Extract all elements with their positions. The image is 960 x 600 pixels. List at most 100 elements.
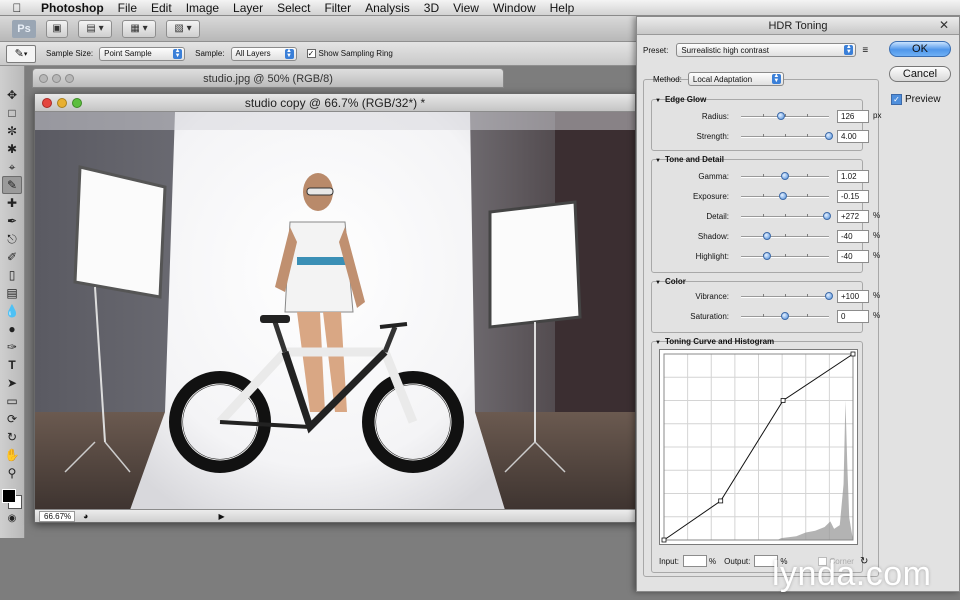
sample-value: All Layers <box>235 49 271 58</box>
exposure-slider-knob[interactable] <box>779 192 788 200</box>
saturation-slider-knob[interactable] <box>781 312 789 320</box>
lasso-tool-icon[interactable]: ✼ <box>2 122 22 140</box>
background-document-window[interactable]: studio.jpg @ 50% (RGB/8) <box>32 68 504 88</box>
shadow-slider-track[interactable] <box>741 234 829 238</box>
preset-label: Preset: <box>643 45 669 55</box>
detail-input[interactable]: +272 <box>837 210 869 223</box>
preset-select[interactable]: Surrealistic high contrast ▲ ▼ <box>676 43 857 57</box>
hand-tool-icon[interactable]: ✋ <box>2 446 22 464</box>
screen-mode-button[interactable]: ▣ <box>46 19 68 38</box>
detail-slider-knob[interactable] <box>823 212 832 220</box>
slider-tick <box>785 214 786 217</box>
input-field[interactable] <box>683 555 708 567</box>
status-menu-arrow-icon[interactable]: ▶ <box>218 512 224 521</box>
radius-slider-track[interactable] <box>741 114 829 118</box>
gamma-slider-knob[interactable] <box>781 172 789 180</box>
zoom-level-field[interactable]: 66.67% <box>39 510 75 522</box>
type-tool-icon[interactable]: T <box>2 356 22 374</box>
cancel-button[interactable]: Cancel <box>889 66 951 82</box>
color-title[interactable]: ▼ Color <box>655 277 686 286</box>
strength-slider-knob[interactable] <box>825 132 833 140</box>
sample-select[interactable]: All Layers ▲ ▼ <box>230 46 297 61</box>
pen-tool-icon[interactable]: ✑ <box>2 338 22 356</box>
curve-point <box>661 537 667 543</box>
toning-curve-title[interactable]: ▼ Toning Curve and Histogram <box>655 337 774 346</box>
screen-layout-button[interactable]: ▧ ▾ <box>166 19 200 38</box>
highlight-slider-knob[interactable] <box>763 252 772 260</box>
menu-image[interactable]: Image <box>179 0 226 16</box>
vibrance-slider-knob[interactable] <box>825 292 833 300</box>
input-label: Input: <box>659 556 680 566</box>
radius-slider-knob[interactable] <box>776 112 785 120</box>
document-status-bar: 66.67% ◕ ▶ <box>35 509 635 522</box>
eyedropper-tool-icon[interactable]: ✎ <box>2 176 22 194</box>
history-brush-tool-icon[interactable]: ✐ <box>2 248 22 266</box>
move-tool-icon[interactable]: ✥ <box>2 86 22 104</box>
close-icon[interactable]: ✕ <box>939 18 949 32</box>
healing-brush-tool-icon[interactable]: ✚ <box>2 194 22 212</box>
3d-rotate-tool-icon[interactable]: ⟳ <box>2 410 22 428</box>
blur-tool-icon[interactable]: 💧 <box>2 302 22 320</box>
status-info-icon[interactable]: ◕ <box>83 511 88 521</box>
clone-stamp-tool-icon[interactable]: ⎋ <box>2 230 22 248</box>
strength-slider-track[interactable] <box>741 134 829 138</box>
eraser-tool-icon[interactable]: ▯ <box>2 266 22 284</box>
menu-select[interactable]: Select <box>270 0 317 16</box>
toning-curve-graph[interactable] <box>659 349 858 545</box>
edge-glow-title-text: Edge Glow <box>664 95 707 104</box>
toning-curve-title-text: Toning Curve and Histogram <box>664 337 775 346</box>
path-selection-tool-icon[interactable]: ➤ <box>2 374 22 392</box>
method-select[interactable]: Local Adaptation ▲ ▼ <box>687 72 784 86</box>
shadow-slider-knob[interactable] <box>763 232 772 240</box>
gamma-input[interactable]: 1.02 <box>837 170 869 183</box>
ok-button[interactable]: OK <box>889 41 951 57</box>
exposure-input[interactable]: -0.15 <box>837 190 869 203</box>
vibrance-input[interactable]: +100 <box>837 290 869 303</box>
quick-selection-tool-icon[interactable]: ✱ <box>2 140 22 158</box>
shadow-input[interactable]: -40 <box>837 230 869 243</box>
tone-detail-title[interactable]: ▼ Tone and Detail <box>655 155 724 164</box>
sampling-ring-checkbox[interactable]: ✓ Show Sampling Ring <box>306 49 393 58</box>
gradient-tool-icon[interactable]: ▤ <box>2 284 22 302</box>
view-extras-button[interactable]: ▤ ▾ <box>78 19 112 38</box>
menu-window[interactable]: Window <box>486 0 543 16</box>
3d-orbit-tool-icon[interactable]: ↻ <box>2 428 22 446</box>
dodge-tool-icon[interactable]: ● <box>2 320 22 338</box>
highlight-slider-track[interactable] <box>741 254 829 258</box>
sample-size-select[interactable]: Point Sample ▲ ▼ <box>99 46 186 61</box>
marquee-tool-icon[interactable]: □ <box>2 104 22 122</box>
tool-preset-picker[interactable]: ✎ ▾ <box>6 44 36 63</box>
apple-menu-icon[interactable]:  <box>0 1 34 15</box>
menu-3d[interactable]: 3D <box>417 0 446 16</box>
preview-checkbox[interactable]: ✓ Preview <box>891 94 941 105</box>
menu-help[interactable]: Help <box>543 0 582 16</box>
zoom-tool-icon[interactable]: ⚲ <box>2 464 22 482</box>
preset-options-icon[interactable]: ≡ <box>862 45 868 56</box>
menu-file[interactable]: File <box>111 0 144 16</box>
screen-layout-icon: ▧ ▾ <box>174 23 192 34</box>
quick-mask-icon[interactable]: ◉ <box>2 510 22 528</box>
shape-tool-icon[interactable]: ▭ <box>2 392 22 410</box>
saturation-input[interactable]: 0 <box>837 310 869 323</box>
strength-input[interactable]: 4.00 <box>837 130 869 143</box>
edge-glow-title[interactable]: ▼ Edge Glow <box>655 95 706 104</box>
arrange-documents-button[interactable]: ▦ ▾ <box>122 19 156 38</box>
highlight-input[interactable]: -40 <box>837 250 869 263</box>
menu-app-photoshop[interactable]: Photoshop <box>34 0 111 16</box>
slider-tick <box>763 314 764 317</box>
menu-layer[interactable]: Layer <box>226 0 270 16</box>
menu-analysis[interactable]: Analysis <box>358 0 417 16</box>
foreground-color-swatch[interactable] <box>2 489 16 503</box>
image-canvas[interactable] <box>35 112 635 510</box>
menu-filter[interactable]: Filter <box>317 0 358 16</box>
color-swatches[interactable] <box>1 486 23 510</box>
input-unit: % <box>709 556 717 566</box>
radius-input[interactable]: 126 <box>837 110 869 123</box>
brush-tool-icon[interactable]: ✒ <box>2 212 22 230</box>
document-title-bar[interactable]: studio copy @ 66.7% (RGB/32*) * <box>35 94 635 112</box>
crop-tool-icon[interactable]: ⌖ <box>2 158 22 176</box>
vibrance-slider-track[interactable] <box>741 294 829 298</box>
detail-slider-track[interactable] <box>741 214 829 218</box>
menu-view[interactable]: View <box>446 0 486 16</box>
menu-edit[interactable]: Edit <box>144 0 179 16</box>
